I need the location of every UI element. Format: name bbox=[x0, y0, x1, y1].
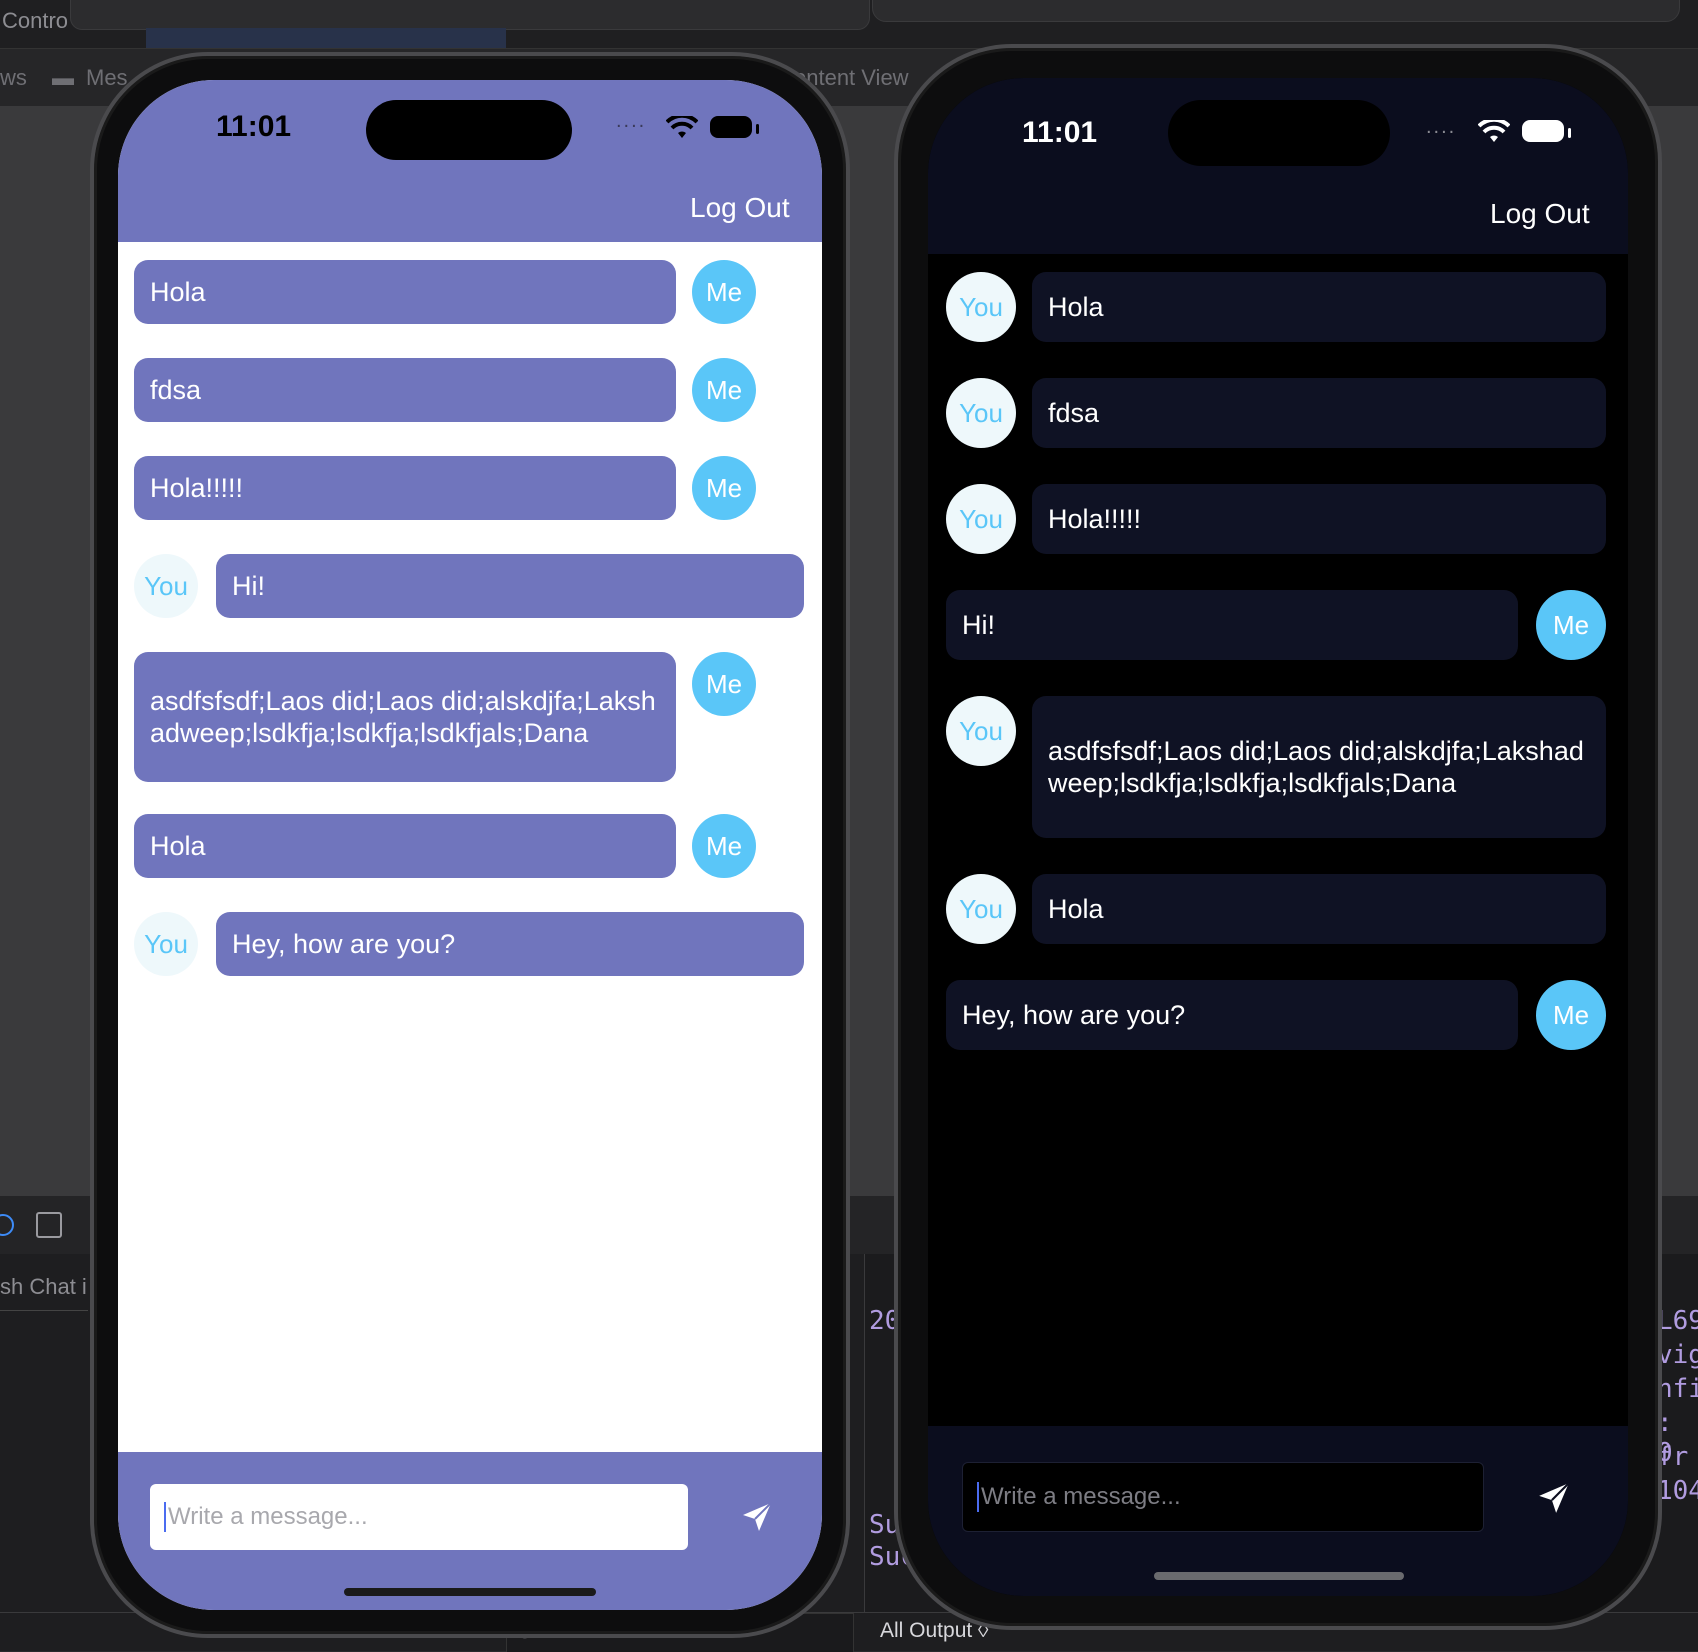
wifi-icon bbox=[666, 116, 698, 138]
message-text: Hola bbox=[1048, 894, 1104, 924]
signal-icon: .... bbox=[616, 110, 647, 132]
screen: 11:01 .... Log Out Hola Me fdsa Me Hola!… bbox=[118, 80, 822, 1610]
avatar-me: Me bbox=[692, 358, 756, 422]
phone-light: 11:01 .... Log Out Hola Me fdsa Me Hola!… bbox=[90, 52, 850, 1638]
avatar-you: You bbox=[134, 554, 198, 618]
message-bubble: asdfsfsdf;Laos did;Laos did;alskdjfa;Lak… bbox=[134, 652, 676, 782]
xcode-toolbar: Contro bbox=[0, 0, 1698, 48]
wifi-icon bbox=[1478, 120, 1510, 142]
message-text: Hola bbox=[150, 831, 206, 861]
console-line: nfi bbox=[1657, 1374, 1698, 1404]
send-icon[interactable] bbox=[740, 1500, 774, 1534]
live-preview-icon[interactable] bbox=[0, 1214, 14, 1236]
console-line: L69 bbox=[1657, 1306, 1698, 1336]
message-bubble: Hey, how are you? bbox=[946, 980, 1518, 1050]
toolbar-right-pill bbox=[872, 0, 1680, 22]
message-text: Hi! bbox=[232, 571, 265, 601]
battery-icon bbox=[710, 116, 759, 138]
message-bubble: Hola bbox=[134, 814, 676, 878]
message-text: fdsa bbox=[1048, 398, 1100, 428]
dynamic-island bbox=[366, 100, 572, 160]
message-bubble: fdsa bbox=[134, 358, 676, 422]
rotate-device-icon[interactable] bbox=[36, 1212, 62, 1238]
screen: 11:01 .... Log Out You Hola You fdsa You… bbox=[928, 78, 1628, 1596]
input-placeholder: Write a message... bbox=[168, 1503, 368, 1530]
phone-dark: 11:01 .... Log Out You Hola You fdsa You… bbox=[894, 44, 1662, 1630]
composer-bar: Write a message... bbox=[928, 1426, 1628, 1596]
avatar-you: You bbox=[946, 272, 1016, 342]
avatar-you: You bbox=[134, 912, 198, 976]
signal-icon: .... bbox=[1426, 116, 1457, 138]
logout-button[interactable]: Log Out bbox=[1490, 198, 1590, 230]
debug-target-label: sh Chat i bbox=[0, 1274, 87, 1299]
logout-button[interactable]: Log Out bbox=[690, 192, 790, 224]
message-text: Hola!!!!! bbox=[1048, 504, 1142, 534]
status-time: 11:01 bbox=[216, 110, 292, 143]
avatar-me: Me bbox=[692, 652, 756, 716]
input-placeholder: Write a message... bbox=[981, 1483, 1181, 1510]
console-line: 104 bbox=[1657, 1476, 1698, 1506]
home-indicator bbox=[344, 1588, 596, 1596]
message-text: asdfsfsdf;Laos did;Laos did;alskdjfa;Lak… bbox=[150, 686, 656, 748]
avatar-me: Me bbox=[692, 456, 756, 520]
avatar-you: You bbox=[946, 484, 1016, 554]
message-text: Hola bbox=[150, 277, 206, 307]
folder-icon: ▬ bbox=[52, 65, 74, 90]
message-bubble: Hola bbox=[1032, 874, 1606, 944]
message-bubble: Hola!!!!! bbox=[1032, 484, 1606, 554]
battery-icon bbox=[1522, 120, 1571, 142]
message-text: asdfsfsdf;Laos did;Laos did;alskdjfa;Lak… bbox=[1048, 736, 1584, 798]
avatar-me: Me bbox=[1536, 980, 1606, 1050]
avatar-you: You bbox=[946, 378, 1016, 448]
message-bubble: asdfsfsdf;Laos did;Laos did;alskdjfa;Lak… bbox=[1032, 696, 1606, 838]
avatar-me: Me bbox=[692, 814, 756, 878]
breadcrumb-item[interactable]: ws bbox=[0, 65, 27, 91]
message-bubble: Hola!!!!! bbox=[134, 456, 676, 520]
message-input[interactable]: Write a message... bbox=[962, 1462, 1484, 1532]
message-text: Hey, how are you? bbox=[232, 929, 456, 959]
send-icon[interactable] bbox=[1536, 1480, 1572, 1516]
message-bubble: Hola bbox=[134, 260, 676, 324]
avatar-you: You bbox=[946, 874, 1016, 944]
message-input[interactable]: Write a message... bbox=[150, 1484, 688, 1550]
home-indicator bbox=[1154, 1572, 1404, 1580]
message-text: Hey, how are you? bbox=[962, 1000, 1186, 1030]
toolbar-left-pill bbox=[70, 0, 870, 30]
text-caret bbox=[164, 1502, 166, 1532]
message-bubble: Hi! bbox=[216, 554, 804, 618]
active-tab-highlight[interactable] bbox=[146, 28, 506, 48]
message-text: fdsa bbox=[150, 375, 202, 405]
message-bubble: Hey, how are you? bbox=[216, 912, 804, 976]
avatar-me: Me bbox=[1536, 590, 1606, 660]
message-text: Hola!!!!! bbox=[150, 473, 244, 503]
message-bubble: Hi! bbox=[946, 590, 1518, 660]
avatar-me: Me bbox=[692, 260, 756, 324]
message-bubble: fdsa bbox=[1032, 378, 1606, 448]
message-text: Hi! bbox=[962, 610, 995, 640]
console-line: vig bbox=[1657, 1340, 1698, 1370]
composer-bar: Write a message... bbox=[118, 1452, 822, 1610]
status-time: 11:01 bbox=[1022, 116, 1098, 149]
window-title: Contro bbox=[2, 8, 69, 33]
divider bbox=[0, 1310, 88, 1311]
message-text: Hola bbox=[1048, 292, 1104, 322]
dynamic-island bbox=[1168, 100, 1390, 166]
avatar-you: You bbox=[946, 696, 1016, 766]
message-bubble: Hola bbox=[1032, 272, 1606, 342]
text-caret bbox=[977, 1482, 979, 1512]
